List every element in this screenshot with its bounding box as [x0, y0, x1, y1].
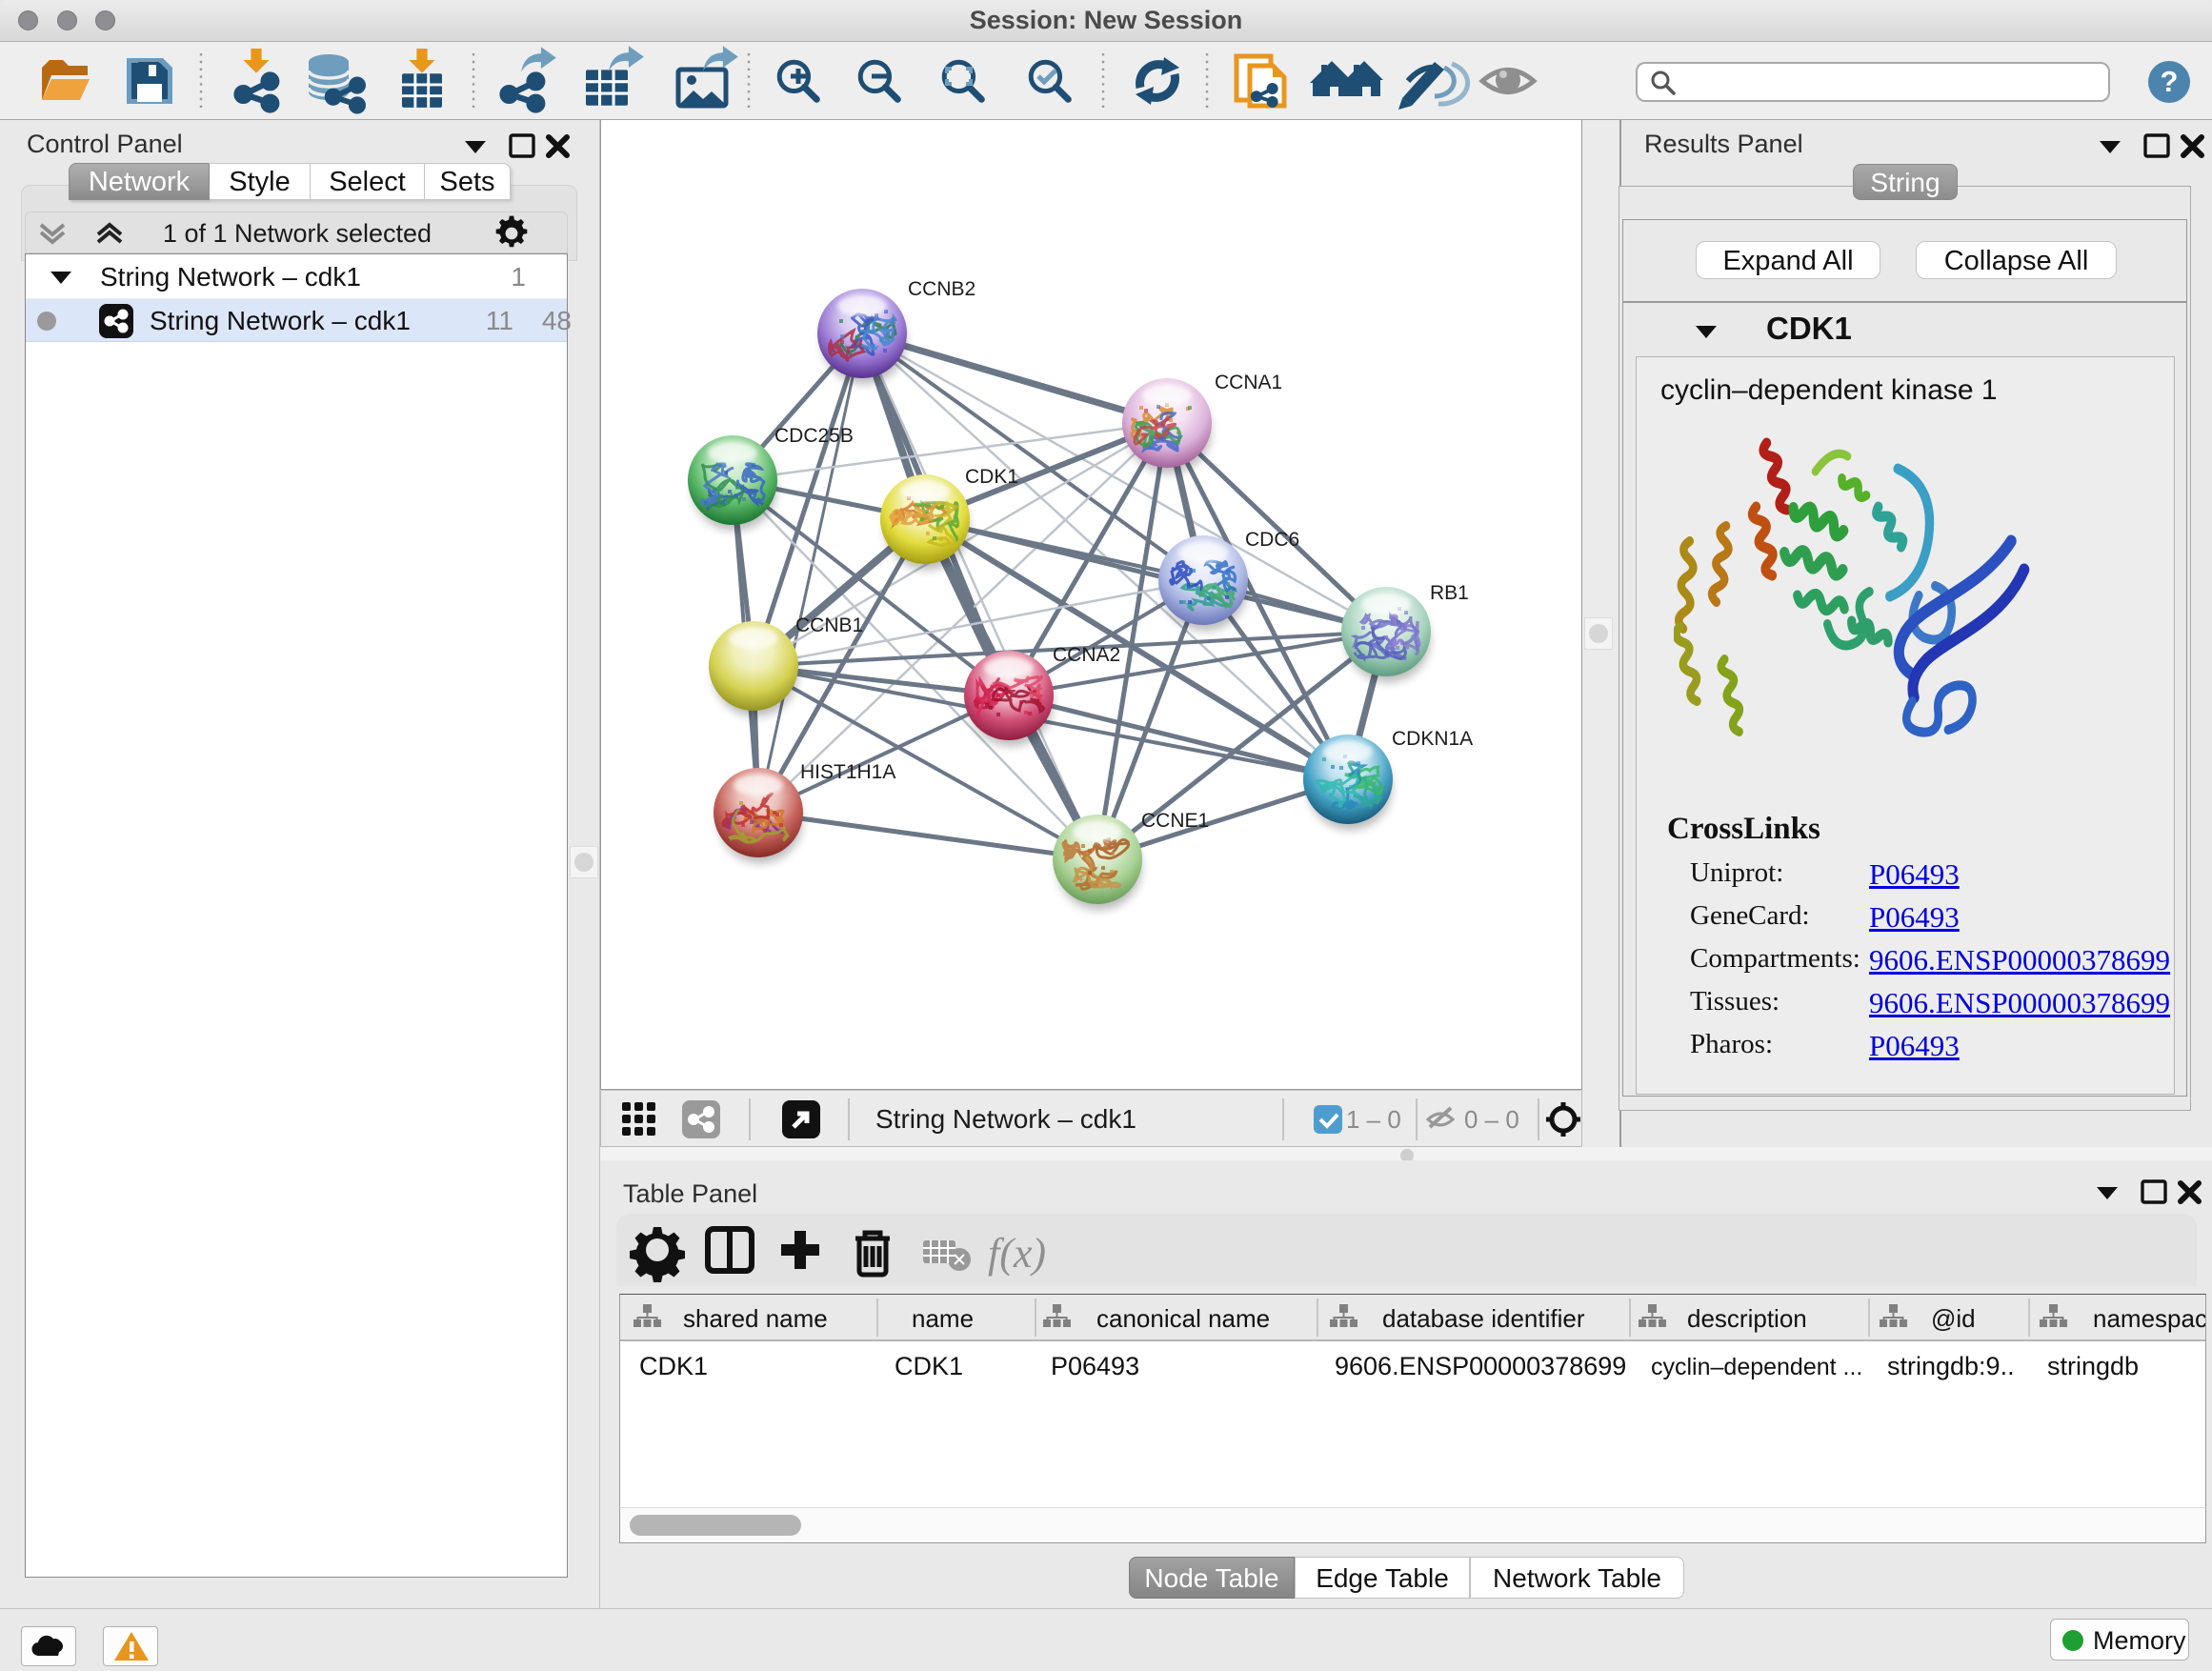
svg-text:canonical name: canonical name	[1096, 1304, 1270, 1333]
svg-text:f(x): f(x)	[988, 1230, 1046, 1277]
svg-text:CCNA1: CCNA1	[1215, 372, 1282, 393]
svg-text:CCNB1: CCNB1	[795, 614, 863, 636]
svg-text:CDK1: CDK1	[965, 466, 1018, 488]
svg-text:String Network – cdk1: String Network – cdk1	[875, 1104, 1136, 1134]
svg-text:RB1: RB1	[1430, 582, 1469, 604]
svg-text:stringdb:9...: stringdb:9...	[1887, 1352, 2021, 1380]
svg-text:name: name	[912, 1304, 974, 1333]
svg-text:CCNA2: CCNA2	[1053, 644, 1120, 666]
svg-text:@id: @id	[1931, 1304, 1976, 1333]
svg-text:database identifier: database identifier	[1382, 1304, 1585, 1333]
svg-text:1 – 0: 1 – 0	[1346, 1105, 1401, 1134]
svg-text:stringdb: stringdb	[2047, 1352, 2139, 1380]
svg-text:CDK1: CDK1	[639, 1352, 708, 1380]
svg-text:CDC6: CDC6	[1245, 529, 1299, 551]
svg-text:0 – 0: 0 – 0	[1464, 1105, 1519, 1134]
svg-text:CDK1: CDK1	[895, 1352, 963, 1380]
svg-text:shared name: shared name	[683, 1304, 828, 1333]
svg-text:CDKN1A: CDKN1A	[1392, 728, 1473, 750]
svg-text:cyclin–dependent ...: cyclin–dependent ...	[1651, 1354, 1862, 1380]
svg-text:9606.ENSP00000378699: 9606.ENSP00000378699	[1335, 1352, 1626, 1380]
svg-text:CDC25B: CDC25B	[774, 425, 854, 447]
svg-text:CCNE1: CCNE1	[1141, 810, 1209, 832]
svg-text:namespac: namespac	[2093, 1304, 2205, 1333]
svg-text:HIST1H1A: HIST1H1A	[800, 761, 895, 783]
svg-text:P06493: P06493	[1051, 1352, 1139, 1380]
svg-text:description: description	[1687, 1304, 1807, 1333]
svg-text:CCNB2: CCNB2	[908, 278, 975, 300]
